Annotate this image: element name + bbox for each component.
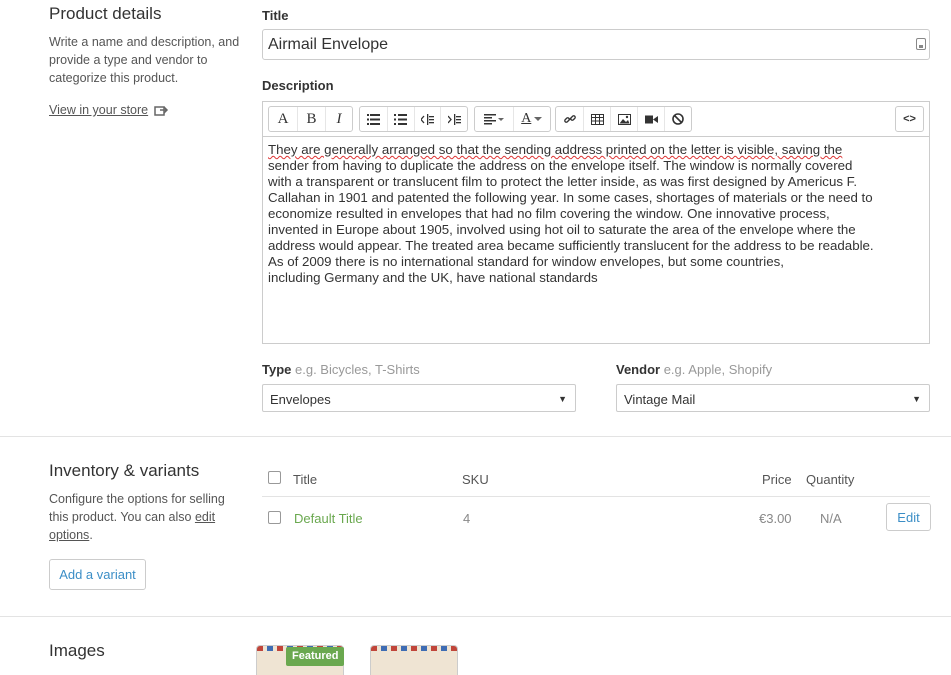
indent-button[interactable]: [440, 107, 467, 131]
section-divider: [0, 436, 951, 437]
external-link-icon: [154, 106, 169, 116]
image-button[interactable]: [610, 107, 637, 131]
align-left-icon: [483, 113, 504, 124]
column-header-title: Title: [293, 472, 318, 487]
images-heading: Images: [49, 641, 105, 660]
description-line: Callahan in 1901 and patented the follow…: [268, 190, 873, 205]
description-line: with a transparent or translucent film t…: [268, 174, 858, 189]
bullet-list-button[interactable]: [360, 107, 387, 131]
view-in-store-label: View in your store: [49, 103, 149, 117]
italic-button[interactable]: I: [325, 107, 352, 131]
variant-price: €3.00: [759, 511, 792, 526]
type-label-text: Type: [262, 362, 292, 377]
outdent-button[interactable]: [413, 107, 441, 131]
variant-quantity: N/A: [820, 511, 842, 526]
outdent-icon: [420, 113, 434, 125]
bullet-list-icon: [366, 113, 380, 125]
vendor-hint: e.g. Apple, Shopify: [663, 362, 773, 377]
type-select[interactable]: Envelopes ▼: [262, 384, 576, 412]
description-line: economize resulted in envelopes that had…: [268, 206, 830, 221]
chevron-down-icon: [534, 116, 543, 121]
edit-options-link[interactable]: edit: [195, 510, 215, 524]
description-line: address would appear. The treated area b…: [268, 238, 874, 253]
variant-title-link[interactable]: Default Title: [294, 511, 363, 526]
product-details-heading: Product details: [49, 4, 162, 23]
contact-card-icon[interactable]: [916, 38, 926, 50]
caret-down-icon: ▼: [912, 394, 921, 404]
html-group: <>: [895, 106, 924, 132]
table-header-divider: [262, 496, 930, 497]
variant-sku: 4: [463, 511, 471, 526]
column-header-price: Price: [762, 472, 792, 487]
numbered-list-icon: [394, 113, 408, 125]
editor-toolbar: A B I A <>: [262, 101, 930, 136]
indent-icon: [447, 113, 461, 125]
clear-format-button[interactable]: [664, 107, 691, 131]
inventory-description: Configure the options for selling this p…: [49, 490, 244, 544]
font-button[interactable]: A: [269, 107, 297, 131]
description-editor[interactable]: They are generally arranged so that the …: [262, 136, 930, 344]
featured-badge: Featured: [286, 647, 345, 666]
description-line: invented in Europe about 1905, involved …: [268, 222, 856, 237]
link-icon: [563, 115, 576, 123]
type-select-value: Envelopes: [270, 392, 331, 407]
edit-options-link-cont[interactable]: options: [49, 528, 89, 542]
inventory-description-end: .: [89, 528, 93, 542]
bold-button[interactable]: B: [297, 107, 325, 131]
link-button[interactable]: [556, 107, 583, 131]
description-line: As of 2009 there is no international sta…: [268, 254, 784, 269]
align-button[interactable]: [475, 107, 513, 131]
vendor-select-value: Vintage Mail: [624, 392, 696, 407]
column-header-sku: SKU: [462, 472, 489, 487]
view-in-store-link[interactable]: View in your store: [49, 103, 170, 117]
title-input[interactable]: Airmail Envelope: [262, 29, 930, 60]
description-label: Description: [262, 78, 334, 93]
product-image-thumbnail[interactable]: [370, 645, 458, 675]
description-line: including Germany and the UK, have natio…: [268, 270, 598, 285]
add-variant-button[interactable]: Add a variant: [49, 559, 146, 590]
vendor-label-text: Vendor: [616, 362, 661, 377]
align-color-group: A: [474, 106, 551, 132]
font-icon: A: [277, 110, 289, 127]
description-line: They are generally arranged so that the …: [268, 142, 843, 157]
video-button[interactable]: [637, 107, 664, 131]
list-group: [359, 106, 468, 132]
select-all-checkbox[interactable]: [268, 471, 281, 484]
italic-icon: I: [336, 110, 342, 127]
caret-down-icon: ▼: [558, 394, 567, 404]
bold-icon: B: [306, 110, 317, 127]
image-icon: [617, 113, 631, 125]
text-color-button[interactable]: A: [512, 107, 551, 131]
text-color-icon: A: [521, 111, 532, 126]
product-details-description: Write a name and description, and provid…: [49, 35, 240, 85]
table-button[interactable]: [583, 107, 610, 131]
title-label: Title: [262, 8, 289, 23]
edit-variant-button[interactable]: Edit: [886, 503, 931, 531]
video-icon: [644, 115, 658, 123]
numbered-list-button[interactable]: [386, 107, 414, 131]
type-hint: e.g. Bicycles, T-Shirts: [295, 362, 420, 377]
section-divider: [0, 616, 951, 617]
description-line: sender from having to duplicate the addr…: [268, 158, 853, 173]
html-source-button[interactable]: <>: [896, 107, 923, 131]
vendor-select[interactable]: Vintage Mail ▼: [616, 384, 930, 412]
row-checkbox[interactable]: [268, 511, 281, 524]
table-icon: [590, 113, 604, 125]
code-icon: <>: [903, 113, 916, 125]
type-label: Type e.g. Bicycles, T-Shirts: [262, 362, 420, 377]
insert-group: [555, 106, 692, 132]
column-header-quantity: Quantity: [806, 472, 855, 487]
block-icon: [672, 113, 684, 125]
inventory-heading: Inventory & variants: [49, 461, 200, 480]
vendor-label: Vendor e.g. Apple, Shopify: [616, 362, 772, 377]
format-group: A B I: [268, 106, 353, 132]
